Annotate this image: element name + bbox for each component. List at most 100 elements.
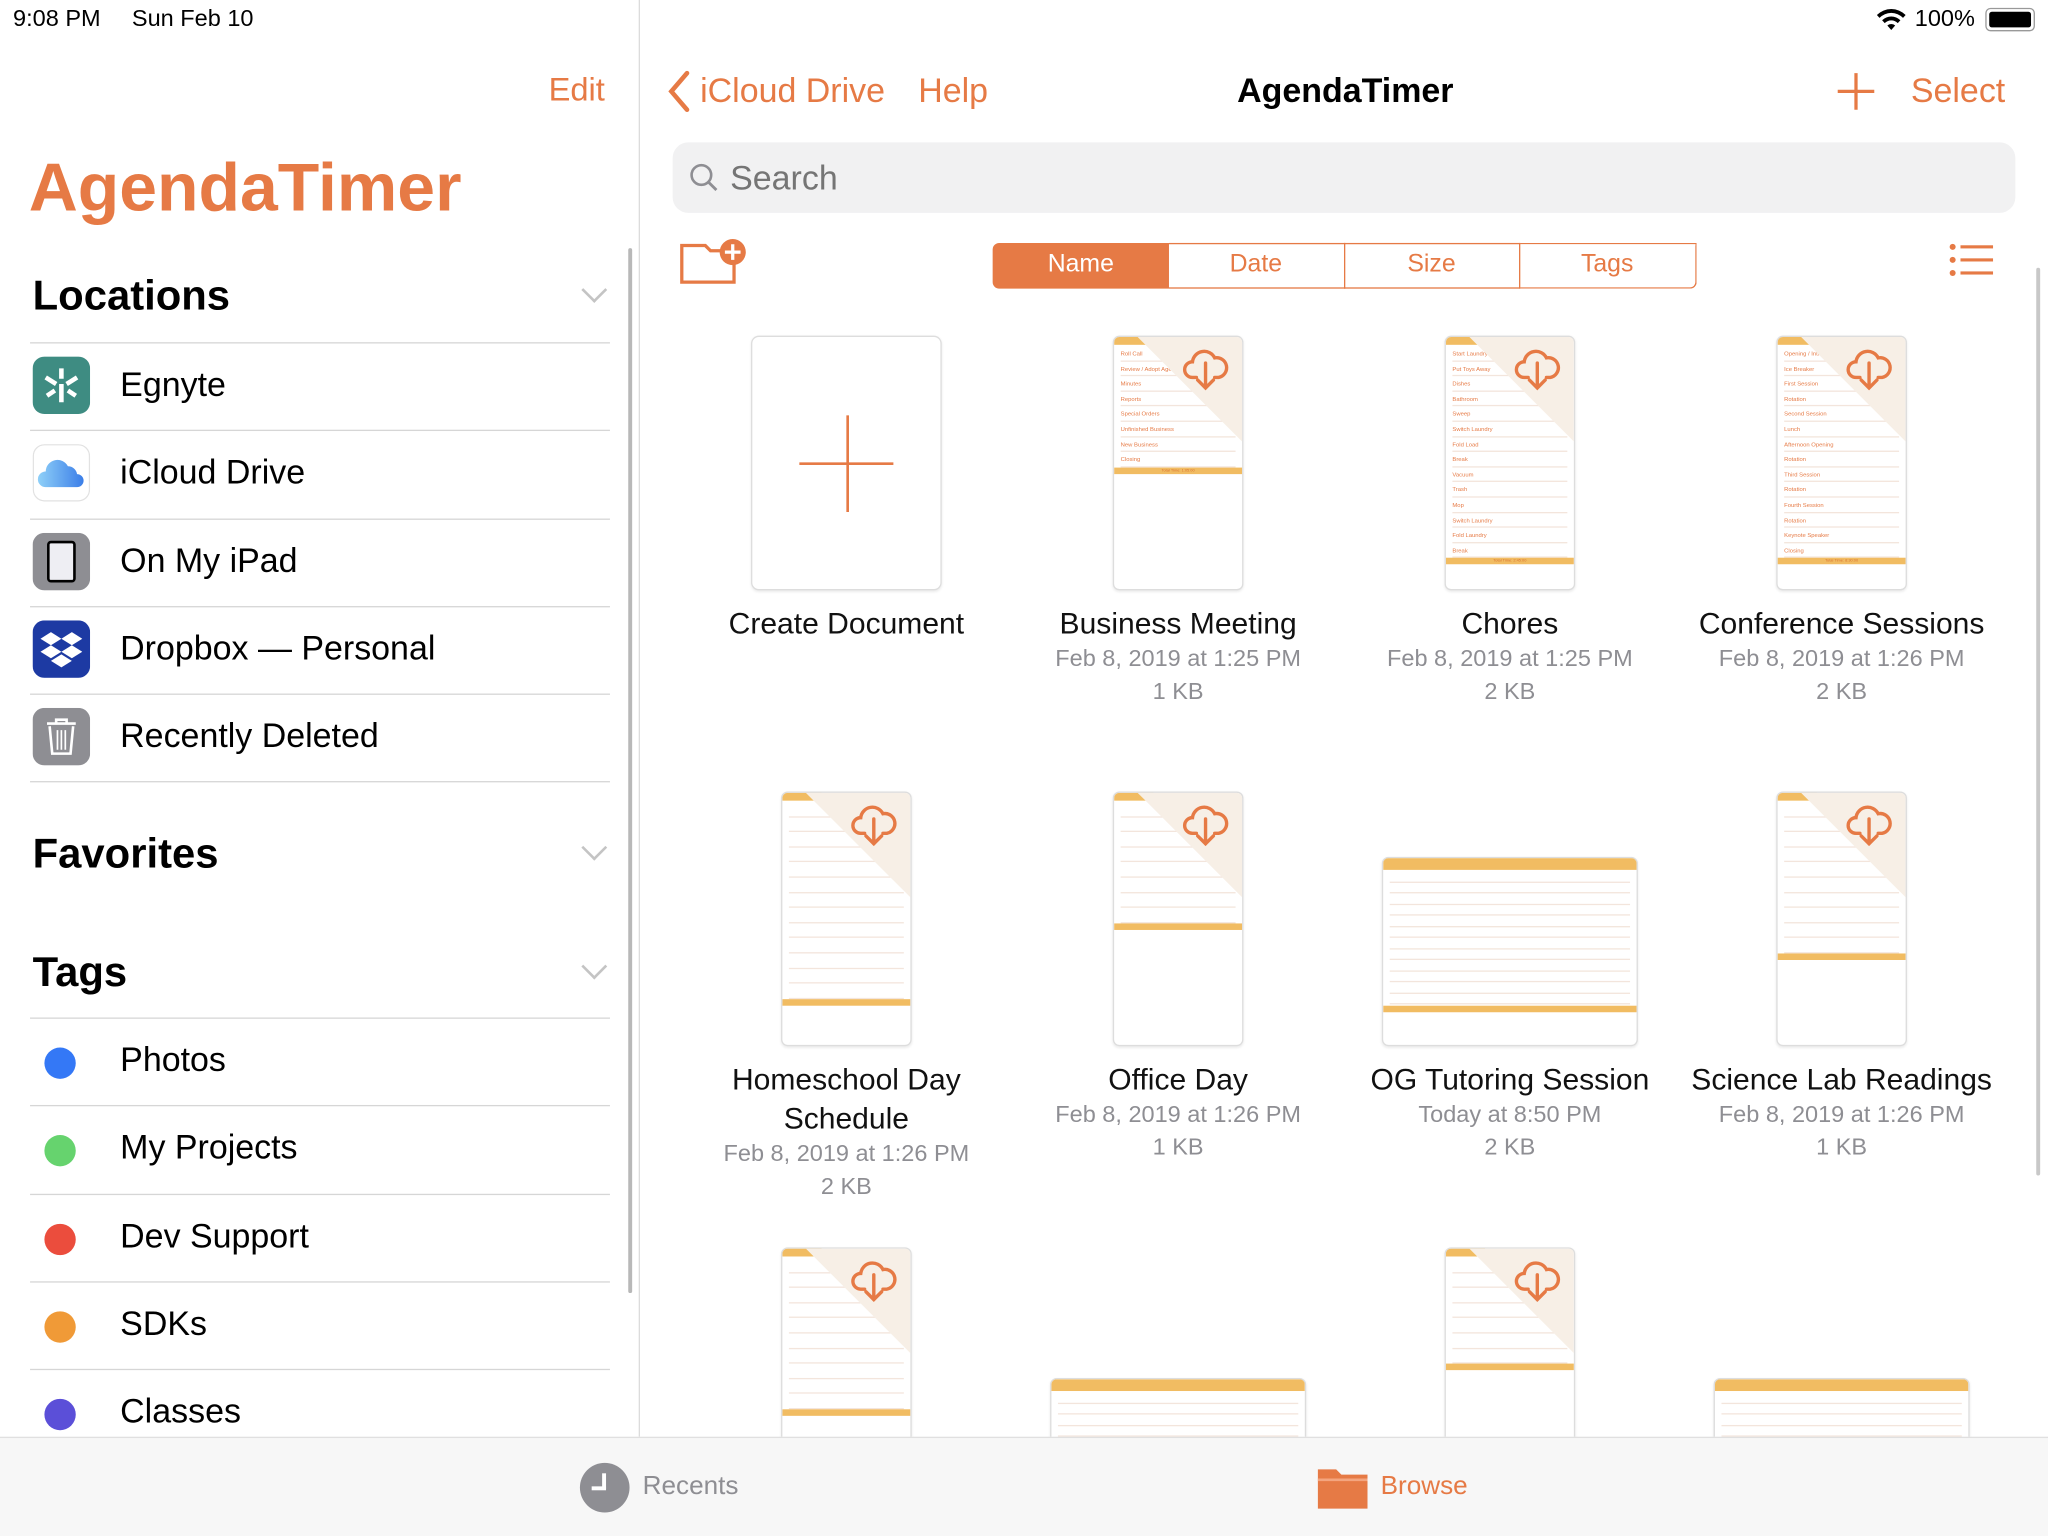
tag-item-photos[interactable]: Photos [30,1017,610,1105]
thumbnail-total [1777,953,1906,960]
tag-item-dev-support[interactable]: Dev Support [30,1193,610,1281]
favorites-heading[interactable]: Favorites [33,829,219,877]
file-thumbnail[interactable] [1381,856,1638,1047]
tag-item-sdks[interactable]: SDKs [30,1281,610,1369]
sidebar-item-on-my-ipad[interactable]: On My iPad [30,517,610,606]
file-size: 1 KB [1152,1133,1204,1160]
thumbnail-row [788,984,904,999]
cloud-download-icon [1846,801,1893,848]
sidebar-item-dropbox-personal[interactable]: Dropbox — Personal [30,605,610,694]
file-date: Feb 8, 2019 at 1:26 PM [1718,1101,1965,1128]
folder-icon [1317,1469,1368,1509]
file-thumbnail[interactable] [781,791,912,1047]
tag-color-dot [44,1223,76,1255]
thumbnail-row: Rotation [1784,513,1900,528]
thumbnail-row [1389,871,1631,883]
thumbnail-row [1389,893,1631,905]
thumbnail-row: Closing [1120,452,1236,468]
thumbnail-row [1784,938,1900,954]
thumbnail-row: Fourth Session [1784,498,1900,513]
sidebar-item-icloud-drive[interactable]: iCloud Drive [30,430,610,518]
sidebar-item-label: Egnyte [120,364,226,404]
thumbnail-row [788,938,904,954]
thumbnail-row [1389,971,1631,983]
chevron-down-icon[interactable] [581,277,608,303]
thumbnail-total [1383,1005,1637,1013]
dropbox-icon [32,620,91,678]
chevron-down-icon[interactable] [581,834,608,861]
thumbnail-row [788,908,904,924]
file-name: Science Lab Readings [1691,1061,1992,1096]
tags-heading[interactable]: Tags [33,948,127,996]
search-input[interactable] [730,155,1906,200]
thumbnail-row [1721,1415,1962,1426]
thumbnail-row: Rotation [1784,452,1900,468]
thumbnail-total [782,1409,911,1416]
sidebar-item-recently-deleted[interactable]: Recently Deleted [30,693,610,782]
file-size: 2 KB [1816,677,1868,704]
tag-label: Classes [120,1391,241,1431]
sidebar-item-label: Dropbox — Personal [120,628,436,668]
thumbnail-row [1389,982,1631,994]
thumbnail-row: Mop [1452,498,1568,513]
tag-label: Photos [120,1039,226,1079]
file-date: Feb 8, 2019 at 1:26 PM [723,1140,970,1167]
file-date: Feb 8, 2019 at 1:26 PM [1055,1101,1301,1128]
file-label: Homeschool Day Schedule Feb 8, 2019 at 1:… [683,1059,1010,1203]
sidebar-scrollbar[interactable] [628,248,633,1294]
sort-tab-name[interactable]: Name [992,242,1169,289]
tab-browse[interactable]: Browse [1381,1472,1468,1502]
file-label: Office Day Feb 8, 2019 at 1:26 PM 1 KB [1015,1059,1342,1163]
back-chevron-icon[interactable] [666,70,692,113]
thumbnail-row: Switch Laundry [1452,513,1568,528]
thumbnail-row [1389,949,1631,960]
cloud-download-icon [1182,345,1229,392]
thumbnail-total: Total Time: 1:05:00 [1114,467,1243,474]
tag-item-my-projects[interactable]: My Projects [30,1105,610,1193]
sidebar-item-label: iCloud Drive [120,452,306,492]
ipad-icon [32,532,91,590]
back-button[interactable]: iCloud Drive [700,71,885,111]
sort-tab-size[interactable]: Size [1343,242,1521,289]
sidebar-item-egnyte[interactable]: Egnyte [30,342,610,430]
file-size: 1 KB [1152,677,1204,704]
plus-icon-vertical [846,415,849,512]
file-thumbnail[interactable] [1776,791,1907,1047]
add-icon[interactable] [1836,72,1875,111]
file-label: Business Meeting Feb 8, 2019 at 1:25 PM 1 … [1015,603,1342,707]
divider [30,781,610,783]
tag-color-dot [44,1135,76,1167]
tab-recents[interactable]: Recents [643,1472,739,1502]
select-button[interactable]: Select [1911,71,2005,111]
file-thumbnail[interactable] [1112,791,1244,1047]
locations-heading[interactable]: Locations [33,272,230,320]
sidebar-item-label: On My iPad [120,540,298,580]
sort-tab-date[interactable]: Date [1168,242,1345,289]
file-date: Feb 8, 2019 at 1:25 PM [1055,645,1301,672]
edit-button[interactable]: Edit [549,72,605,110]
create-document-thumbnail[interactable] [751,335,942,591]
search-field[interactable] [672,142,2016,213]
new-folder-icon[interactable] [679,238,752,285]
chevron-down-icon[interactable] [581,953,608,980]
file-thumbnail[interactable]: Opening / Introduction Ice Breaker First S… [1776,335,1907,591]
list-view-icon[interactable] [1949,243,1994,277]
thumbnail-row [788,1379,904,1395]
thumbnail-total [1114,923,1243,930]
thumbnail-row: Vacuum [1452,467,1568,483]
help-button[interactable]: Help [918,71,988,111]
trash-icon [32,708,91,766]
file-size: 2 KB [1484,1133,1536,1160]
sidebar-item-label: Recently Deleted [120,715,379,756]
content-scrollbar[interactable] [2036,267,2041,1176]
thumbnail-row [1389,960,1631,972]
file-size: 1 KB [1816,1133,1868,1160]
file-thumbnail[interactable]: Roll Call Review / Adopt Agenda Minutes Rep… [1112,335,1244,591]
sort-tab-tags[interactable]: Tags [1519,242,1696,289]
thumbnail-row [1057,1426,1299,1437]
cloud-download-icon [850,1256,897,1303]
file-thumbnail[interactable]: Start Laundry Put Toys Away Dishes Bathroom… [1444,335,1576,591]
file-name: Chores [1461,606,1559,640]
file-size: 2 KB [1484,677,1536,704]
tag-color-dot [44,1047,76,1079]
